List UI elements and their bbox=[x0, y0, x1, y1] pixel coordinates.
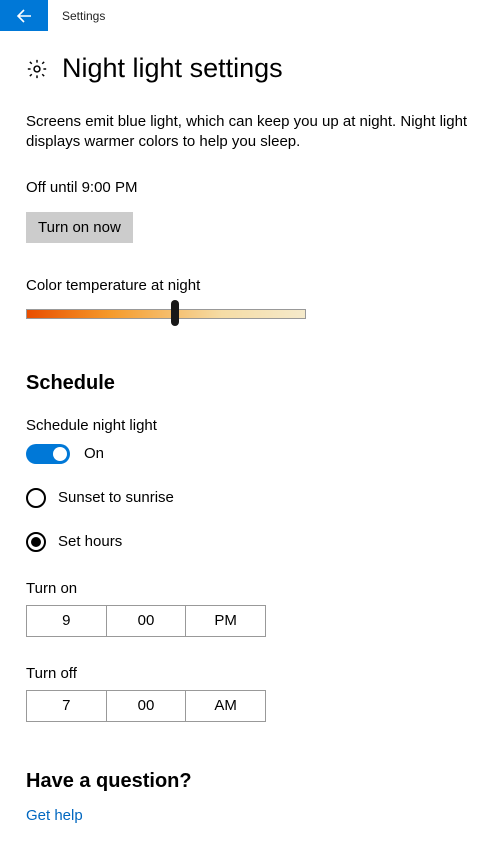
color-temperature-label: Color temperature at night bbox=[26, 277, 477, 294]
turn-off-ampm[interactable]: AM bbox=[186, 690, 266, 722]
turn-off-minute[interactable]: 00 bbox=[107, 690, 187, 722]
page-title: Night light settings bbox=[62, 53, 283, 84]
turn-on-now-button[interactable]: Turn on now bbox=[26, 212, 133, 243]
color-temperature-slider[interactable] bbox=[26, 304, 306, 324]
radio-label-sunset: Sunset to sunrise bbox=[58, 489, 174, 506]
turn-on-time-picker: 9 00 PM bbox=[26, 605, 266, 637]
schedule-toggle-state: On bbox=[84, 445, 104, 462]
turn-off-label: Turn off bbox=[26, 665, 477, 682]
slider-track bbox=[26, 309, 306, 319]
schedule-toggle-label: Schedule night light bbox=[26, 417, 477, 434]
radio-icon bbox=[26, 488, 46, 508]
status-text: Off until 9:00 PM bbox=[26, 179, 477, 196]
back-arrow-icon bbox=[15, 7, 33, 25]
radio-label-set-hours: Set hours bbox=[58, 533, 122, 550]
radio-set-hours[interactable]: Set hours bbox=[26, 532, 477, 552]
radio-icon bbox=[26, 532, 46, 552]
turn-on-minute[interactable]: 00 bbox=[107, 605, 187, 637]
turn-on-ampm[interactable]: PM bbox=[186, 605, 266, 637]
get-help-link[interactable]: Get help bbox=[26, 807, 477, 824]
turn-on-hour[interactable]: 9 bbox=[26, 605, 107, 637]
app-title: Settings bbox=[62, 9, 105, 23]
page-content: Night light settings Screens emit blue l… bbox=[0, 31, 503, 854]
page-description: Screens emit blue light, which can keep … bbox=[26, 112, 477, 153]
schedule-heading: Schedule bbox=[26, 372, 477, 395]
page-header: Night light settings bbox=[26, 53, 477, 84]
slider-thumb[interactable] bbox=[171, 300, 179, 326]
title-bar: Settings bbox=[0, 0, 503, 31]
help-heading: Have a question? bbox=[26, 770, 477, 793]
turn-off-hour[interactable]: 7 bbox=[26, 690, 107, 722]
radio-sunset-to-sunrise[interactable]: Sunset to sunrise bbox=[26, 488, 477, 508]
gear-icon bbox=[26, 58, 48, 84]
turn-off-time-picker: 7 00 AM bbox=[26, 690, 266, 722]
back-button[interactable] bbox=[0, 0, 48, 31]
turn-on-label: Turn on bbox=[26, 580, 477, 597]
schedule-toggle[interactable] bbox=[26, 444, 70, 464]
toggle-knob bbox=[53, 447, 67, 461]
